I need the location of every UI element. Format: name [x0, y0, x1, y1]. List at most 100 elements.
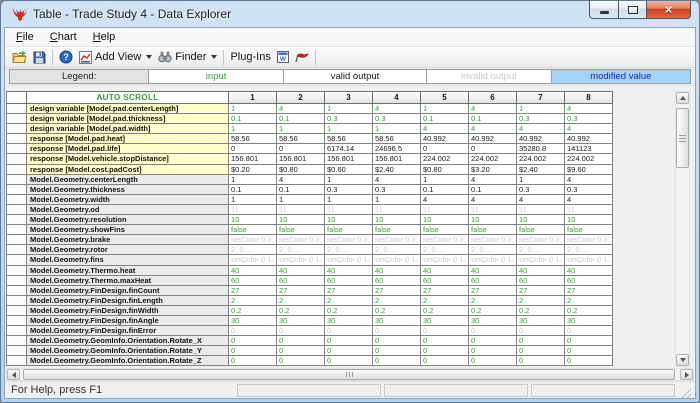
cell-r26c4[interactable]: 0 — [373, 356, 421, 366]
cell-r26c7[interactable]: 0 — [517, 356, 565, 366]
cell-r9c7[interactable]: 0.3 — [517, 185, 565, 195]
row-label[interactable]: Model.Geometry.Thermo.heat — [27, 266, 229, 276]
cell-r8c4[interactable]: 4 — [373, 175, 421, 185]
cell-r6c8[interactable]: 224.002 — [565, 154, 613, 164]
cell-r23c4[interactable]: 0 — [373, 326, 421, 336]
cell-r25c4[interactable]: 0 — [373, 346, 421, 356]
cell-r5c3[interactable]: 6174.14 — [325, 144, 373, 154]
cell-r1c7[interactable]: 1 — [517, 104, 565, 114]
cell-r3c4[interactable]: 1 — [373, 124, 421, 134]
cell-r18c8[interactable]: 60 — [565, 276, 613, 286]
cell-r9c2[interactable]: 0.1 — [277, 185, 325, 195]
cell-r12c2[interactable]: 10 — [277, 215, 325, 225]
menu-file[interactable]: File — [8, 29, 42, 45]
cell-r3c2[interactable]: 1 — [277, 124, 325, 134]
cell-r11c2[interactable]: 11 — [277, 205, 325, 215]
cell-r22c7[interactable]: 30 — [517, 316, 565, 326]
horizontal-scrollbar[interactable] — [6, 368, 694, 381]
cell-r3c7[interactable]: 4 — [517, 124, 565, 134]
cell-r19c3[interactable]: 27 — [325, 286, 373, 296]
cell-r11c8[interactable]: 11 — [565, 205, 613, 215]
row-label[interactable]: response [Model.pad.heat] — [27, 134, 229, 144]
cell-r26c5[interactable]: 0 — [421, 356, 469, 366]
cell-r6c2[interactable]: 156.801 — [277, 154, 325, 164]
cell-r7c4[interactable]: $2.40 — [373, 165, 421, 175]
cell-r6c6[interactable]: 224.002 — [469, 154, 517, 164]
cell-r15c3[interactable]: 2, 0, ... — [325, 245, 373, 255]
cell-r19c8[interactable]: 27 — [565, 286, 613, 296]
scroll-right-button[interactable] — [680, 369, 693, 380]
plugins-button[interactable]: Plug-Ins — [227, 50, 273, 64]
cell-r24c7[interactable]: 0 — [517, 336, 565, 346]
cell-r19c2[interactable]: 27 — [277, 286, 325, 296]
cell-r12c7[interactable]: 10 — [517, 215, 565, 225]
cell-r4c3[interactable]: 58.56 — [325, 134, 373, 144]
cell-r6c7[interactable]: 224.002 — [517, 154, 565, 164]
cell-r24c2[interactable]: 0 — [277, 336, 325, 346]
row-label[interactable]: Model.Geometry.FinDesign.finLength — [27, 296, 229, 306]
row-label[interactable]: response [Model.cost.padCost] — [27, 165, 229, 175]
cell-r16c2[interactable]: setColor 0 1... — [277, 255, 325, 265]
cell-r5c6[interactable]: 0 — [469, 144, 517, 154]
cell-r24c1[interactable]: 0 — [229, 336, 277, 346]
cell-r21c4[interactable]: 0.2 — [373, 306, 421, 316]
cell-r12c1[interactable]: 10 — [229, 215, 277, 225]
cell-r7c7[interactable]: $2.40 — [517, 165, 565, 175]
row-label[interactable]: Model.Geometry.FinDesign.finAngle — [27, 316, 229, 326]
cell-r14c8[interactable]: setColor 0.3... — [565, 235, 613, 245]
cell-r13c1[interactable]: false — [229, 225, 277, 235]
cell-r1c4[interactable]: 4 — [373, 104, 421, 114]
cell-r19c7[interactable]: 27 — [517, 286, 565, 296]
cell-r16c3[interactable]: setColor 0 1... — [325, 255, 373, 265]
cell-r1c1[interactable]: 1 — [229, 104, 277, 114]
cell-r23c6[interactable]: 0 — [469, 326, 517, 336]
cell-r26c1[interactable]: 0 — [229, 356, 277, 366]
cell-r10c6[interactable]: 4 — [469, 195, 517, 205]
cell-r12c5[interactable]: 10 — [421, 215, 469, 225]
row-label[interactable]: Model.Geometry.rotor — [27, 245, 229, 255]
cell-r21c2[interactable]: 0.2 — [277, 306, 325, 316]
cell-r5c1[interactable]: 0 — [229, 144, 277, 154]
cell-r9c6[interactable]: 0.1 — [469, 185, 517, 195]
scroll-up-button[interactable] — [676, 92, 689, 104]
cell-r8c1[interactable]: 1 — [229, 175, 277, 185]
cell-r5c8[interactable]: 141123 — [565, 144, 613, 154]
cell-r9c4[interactable]: 0.3 — [373, 185, 421, 195]
cell-r16c5[interactable]: setColor 0 1... — [421, 255, 469, 265]
cell-r14c5[interactable]: setColor 0.3... — [421, 235, 469, 245]
column-header-5[interactable]: 5 — [421, 91, 469, 104]
column-header-4[interactable]: 4 — [373, 91, 421, 104]
cell-r25c7[interactable]: 0 — [517, 346, 565, 356]
help-button[interactable]: ? — [56, 49, 76, 65]
cell-r22c2[interactable]: 30 — [277, 316, 325, 326]
cell-r4c2[interactable]: 58.56 — [277, 134, 325, 144]
row-label[interactable]: Model.Geometry.Thermo.maxHeat — [27, 276, 229, 286]
cell-r18c5[interactable]: 60 — [421, 276, 469, 286]
cell-r9c1[interactable]: 0.1 — [229, 185, 277, 195]
cell-r22c3[interactable]: 30 — [325, 316, 373, 326]
cell-r2c3[interactable]: 0.3 — [325, 114, 373, 124]
cell-r16c1[interactable]: setColor 0 1... — [229, 255, 277, 265]
row-label[interactable]: design variable [Model.pad.thickness] — [27, 114, 229, 124]
cell-r9c3[interactable]: 0.3 — [325, 185, 373, 195]
cell-r22c4[interactable]: 30 — [373, 316, 421, 326]
cell-r11c6[interactable]: 11 — [469, 205, 517, 215]
cell-r20c4[interactable]: 2 — [373, 296, 421, 306]
row-label[interactable]: Model.Geometry.width — [27, 195, 229, 205]
plugin-window-button[interactable]: W — [274, 50, 292, 64]
cell-r12c3[interactable]: 10 — [325, 215, 373, 225]
cell-r12c8[interactable]: 10 — [565, 215, 613, 225]
cell-r21c8[interactable]: 0.2 — [565, 306, 613, 316]
cell-r10c5[interactable]: 4 — [421, 195, 469, 205]
row-label[interactable]: Model.Geometry.GeomInfo.Orientation.Rota… — [27, 336, 229, 346]
cell-r5c2[interactable]: 0 — [277, 144, 325, 154]
cell-r8c6[interactable]: 4 — [469, 175, 517, 185]
row-label[interactable]: Model.Geometry.od — [27, 205, 229, 215]
cell-r3c1[interactable]: 1 — [229, 124, 277, 134]
cell-r20c2[interactable]: 2 — [277, 296, 325, 306]
cell-r15c1[interactable]: 2, 0, ... — [229, 245, 277, 255]
cell-r18c4[interactable]: 60 — [373, 276, 421, 286]
cell-r7c6[interactable]: $3.20 — [469, 165, 517, 175]
cell-r17c7[interactable]: 40 — [517, 266, 565, 276]
cell-r17c1[interactable]: 40 — [229, 266, 277, 276]
